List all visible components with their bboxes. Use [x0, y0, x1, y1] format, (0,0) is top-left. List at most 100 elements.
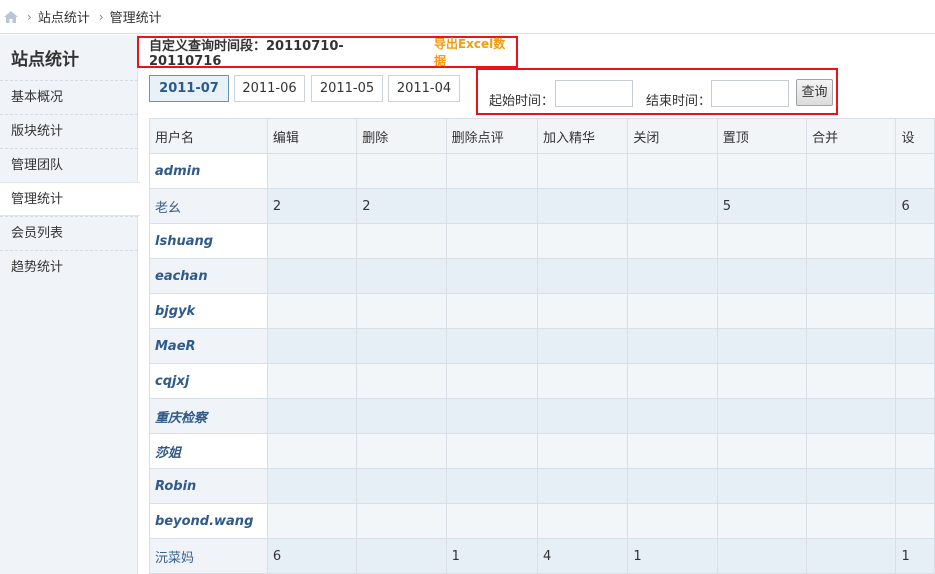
table-cell	[806, 258, 897, 294]
table-cell	[716, 223, 808, 259]
table-cell	[445, 503, 538, 539]
username-link[interactable]: beyond.wang	[149, 503, 268, 539]
table-cell	[716, 328, 808, 364]
table-cell	[627, 258, 718, 294]
table-cell	[536, 153, 629, 189]
table-cell	[806, 433, 897, 469]
table-cell	[356, 293, 447, 329]
sidebar-item[interactable]: 基本概况	[0, 80, 138, 114]
table-cell	[356, 433, 447, 469]
table-cell	[806, 328, 897, 364]
table-cell: 1	[627, 538, 718, 574]
table-row: admin	[149, 153, 935, 189]
table-cell	[266, 293, 358, 329]
table-cell	[716, 398, 808, 434]
table-cell	[445, 363, 538, 399]
table-row: cqjxj	[149, 363, 935, 399]
table-cell	[716, 293, 808, 329]
table-cell	[806, 293, 897, 329]
table-cell	[627, 468, 718, 504]
table-cell	[356, 328, 447, 364]
table-cell	[266, 433, 358, 469]
table-cell	[716, 433, 808, 469]
start-time-label: 起始时间：	[489, 94, 555, 109]
sidebar-item[interactable]: 版块统计	[0, 114, 138, 148]
table-cell	[627, 153, 718, 189]
table-cell	[445, 328, 538, 364]
sidebar: 站点统计 基本概况 版块统计 管理团队 管理统计 会员列表 趋势统计	[0, 35, 140, 574]
table-cell	[895, 398, 935, 434]
username-link[interactable]: 老幺	[149, 188, 268, 224]
table-cell	[895, 468, 935, 504]
column-header: 置顶	[716, 118, 808, 154]
sidebar-title: 站点统计	[11, 50, 79, 70]
table-cell: 1	[895, 538, 935, 574]
table-row: beyond.wang	[149, 503, 935, 539]
table-cell	[266, 468, 358, 504]
sidebar-item[interactable]: 管理团队	[0, 148, 138, 182]
table-cell	[356, 503, 447, 539]
table-cell	[627, 503, 718, 539]
table-row: 重庆检察	[149, 398, 935, 434]
table-cell	[356, 153, 447, 189]
table-cell	[895, 223, 935, 259]
username-link[interactable]: 重庆检察	[149, 398, 268, 434]
breadcrumb-item-site-stats[interactable]: 站点统计	[38, 7, 90, 26]
table-cell: 1	[445, 538, 538, 574]
table-cell: 6	[266, 538, 358, 574]
table-cell	[806, 398, 897, 434]
table-cell	[266, 398, 358, 434]
table-cell	[895, 153, 935, 189]
end-time-input[interactable]	[711, 80, 789, 107]
username-link[interactable]: lshuang	[149, 223, 268, 259]
month-tab[interactable]: 2011-05	[311, 75, 383, 102]
table-cell	[716, 258, 808, 294]
table-cell	[536, 433, 629, 469]
table-cell	[445, 258, 538, 294]
table-cell	[536, 188, 629, 224]
start-time-input[interactable]	[555, 80, 633, 107]
table-cell	[627, 433, 718, 469]
table-cell	[895, 433, 935, 469]
table-cell	[445, 468, 538, 504]
sidebar-menu: 基本概况 版块统计 管理团队 管理统计 会员列表 趋势统计	[0, 80, 140, 284]
username-link[interactable]: Robin	[149, 468, 268, 504]
query-button[interactable]: 查询	[796, 79, 833, 106]
table-cell	[806, 223, 897, 259]
table-row: 老幺 2 2 5 6	[149, 188, 935, 224]
end-time-label: 结束时间：	[646, 94, 712, 109]
sidebar-item[interactable]: 会员列表	[0, 216, 138, 250]
month-tab[interactable]: 2011-04	[388, 75, 460, 102]
table-cell	[627, 328, 718, 364]
username-link[interactable]: MaeR	[149, 328, 268, 364]
table-row: Robin	[149, 468, 935, 504]
username-link[interactable]: 莎姐	[149, 433, 268, 469]
username-link[interactable]: admin	[149, 153, 268, 189]
username-link[interactable]: eachan	[149, 258, 268, 294]
export-excel-link[interactable]: 导出Excel数据	[434, 35, 516, 69]
username-link[interactable]: bjgyk	[149, 293, 268, 329]
table-cell	[806, 468, 897, 504]
username-link[interactable]: 沅菜妈	[149, 538, 268, 574]
table-cell	[266, 363, 358, 399]
table-cell	[716, 153, 808, 189]
table-row: 沅菜妈 6 1 4 1 1	[149, 538, 935, 574]
table-cell	[536, 503, 629, 539]
chevron-right-icon: ›	[98, 9, 104, 24]
table-cell	[356, 223, 447, 259]
table-row: 莎姐	[149, 433, 935, 469]
table-cell	[445, 398, 538, 434]
column-header: 用户名	[149, 118, 268, 154]
table-cell	[536, 258, 629, 294]
table-cell	[445, 188, 538, 224]
sidebar-item[interactable]: 管理统计	[0, 182, 140, 216]
column-header: 关闭	[627, 118, 718, 154]
sidebar-item[interactable]: 趋势统计	[0, 250, 138, 284]
table-cell	[445, 293, 538, 329]
home-icon[interactable]	[4, 10, 18, 23]
table-cell	[536, 468, 629, 504]
table-cell	[716, 503, 808, 539]
month-tab[interactable]: 2011-07	[149, 75, 229, 102]
username-link[interactable]: cqjxj	[149, 363, 268, 399]
month-tab[interactable]: 2011-06	[234, 75, 305, 102]
